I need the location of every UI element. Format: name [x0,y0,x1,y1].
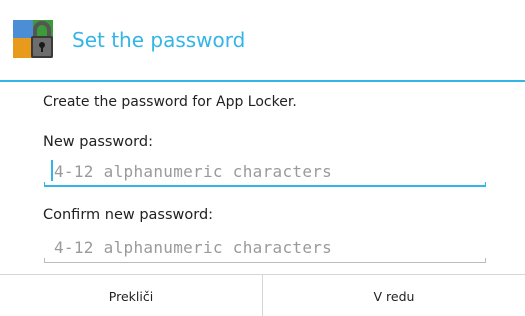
new-password-field-container [44,157,486,187]
cancel-button[interactable]: Prekliči [0,275,262,316]
confirm-password-underline [44,258,486,263]
text-cursor [51,160,53,181]
confirm-password-label: Confirm new password: [43,207,214,223]
set-password-dialog: Set the password Create the password for… [0,0,525,316]
lock-shield-icon [13,20,53,58]
dialog-title-bar: Set the password [0,0,525,80]
dialog-button-bar: Prekliči V redu [0,274,525,316]
ok-button[interactable]: V redu [263,275,525,316]
dialog-title: Set the password [72,28,246,52]
dialog-message: Create the password for App Locker. [43,94,297,110]
title-divider [0,80,525,82]
new-password-label: New password: [43,134,153,150]
confirm-password-field-container [44,233,486,263]
new-password-input[interactable] [44,157,486,185]
confirm-password-input[interactable] [44,233,486,261]
new-password-underline [44,182,486,187]
